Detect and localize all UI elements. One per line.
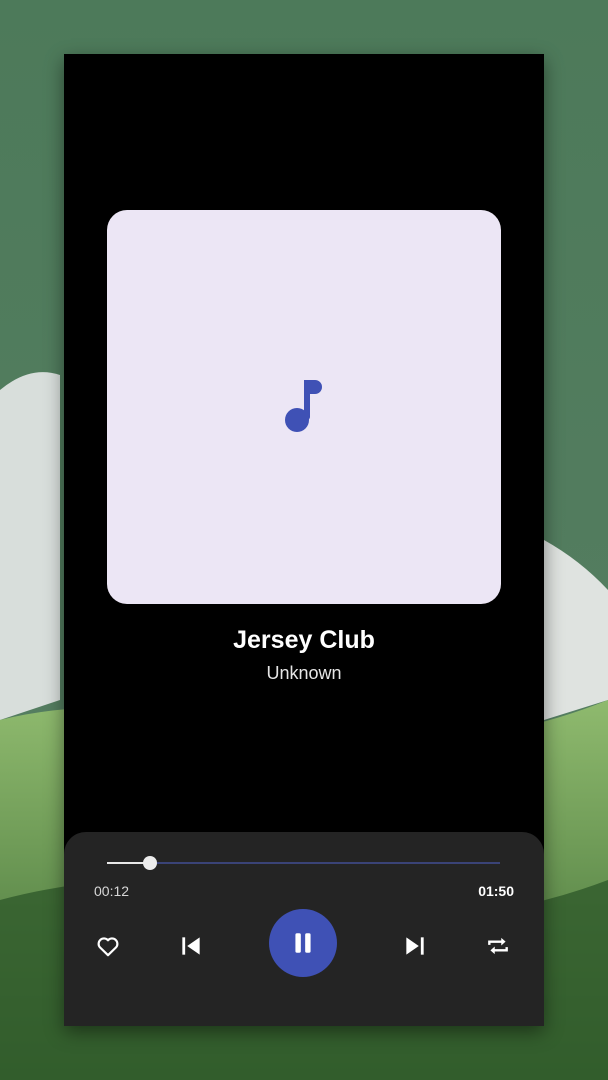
favorite-button[interactable] (90, 928, 126, 964)
seek-bar-thumb[interactable] (143, 856, 158, 870)
seek-bar[interactable] (107, 856, 500, 870)
track-title: Jersey Club (233, 626, 375, 654)
skip-next-icon (406, 937, 424, 955)
track-artist: Unknown (266, 663, 342, 683)
previous-track-button[interactable] (173, 928, 209, 964)
pause-icon (295, 933, 311, 953)
elapsed-time: 00:12 (94, 883, 130, 899)
music-player-window: Jersey Club Unknown 00:12 01:50 (64, 54, 544, 1026)
heart-outline-icon (97, 937, 119, 957)
next-track-button[interactable] (397, 928, 433, 964)
total-duration: 01:50 (478, 883, 514, 899)
repeat-button[interactable] (480, 928, 516, 964)
music-note-icon (285, 380, 322, 432)
album-artwork (107, 210, 501, 604)
repeat-icon (488, 937, 508, 955)
playback-control-panel: 00:12 01:50 (64, 832, 544, 1026)
skip-previous-icon (182, 937, 200, 955)
play-pause-button[interactable] (269, 909, 337, 977)
